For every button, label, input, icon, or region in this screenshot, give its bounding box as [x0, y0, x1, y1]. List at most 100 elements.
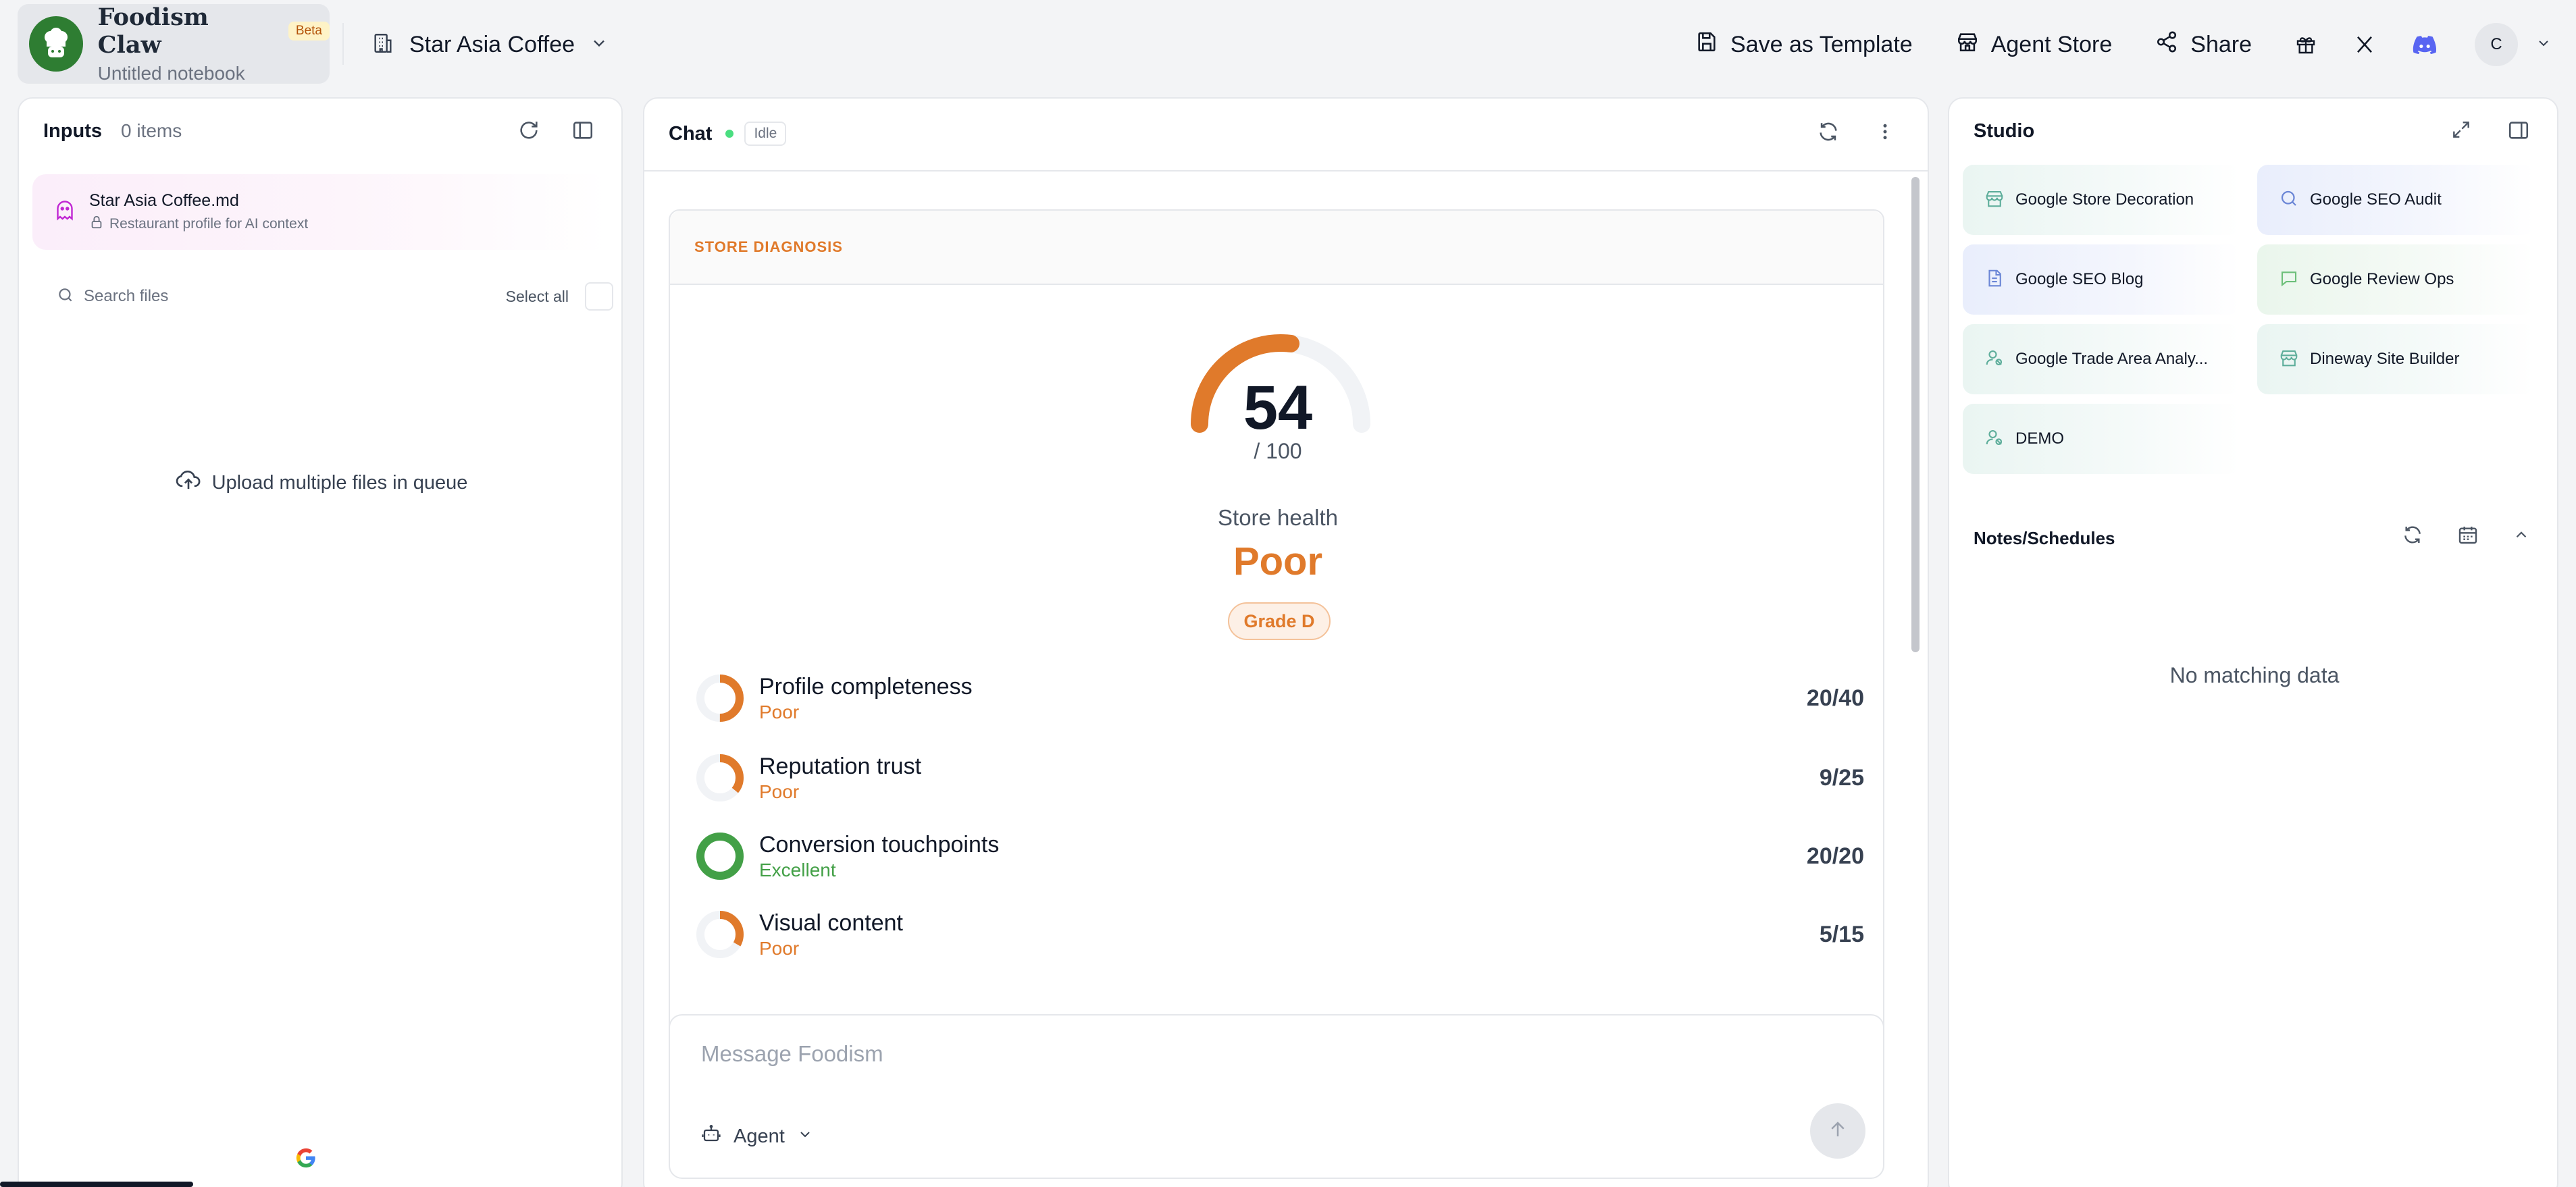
studio-panel: Studio Google Store Decoration Google SE…	[1948, 97, 2558, 1187]
studio-tile-seo-audit[interactable]: Google SEO Audit	[2257, 165, 2534, 235]
file-search[interactable]: Search files Select all	[57, 280, 613, 313]
select-all-checkbox[interactable]	[585, 282, 613, 311]
metric-name: Reputation trust	[759, 753, 922, 779]
health-label: Store health	[1218, 505, 1338, 530]
discord-icon[interactable]	[2413, 34, 2437, 55]
score-value: 54	[1243, 373, 1313, 442]
studio-tile-label: Google Review Ops	[2310, 270, 2454, 288]
studio-tile-label: Google Store Decoration	[2015, 190, 2194, 209]
brand-name: Foodism Claw	[97, 3, 209, 59]
lock-icon	[89, 215, 104, 234]
sync-icon[interactable]	[2402, 524, 2423, 549]
inputs-count: 0 items	[121, 120, 182, 141]
metric-ring	[696, 675, 744, 722]
expand-icon[interactable]	[2450, 119, 2472, 145]
metric-status: Excellent	[759, 859, 836, 880]
notes-title: Notes/Schedules	[1974, 528, 2115, 548]
save-icon	[1695, 30, 1718, 59]
cloud-upload-icon	[176, 469, 201, 497]
upload-label: Upload multiple files in queue	[211, 471, 468, 494]
studio-tile-review-ops[interactable]: Google Review Ops	[2257, 244, 2534, 315]
file-description: Restaurant profile for AI context	[109, 215, 309, 232]
studio-tile-trade-area[interactable]: Google Trade Area Analy...	[1963, 324, 2240, 394]
store-icon	[1956, 30, 1979, 59]
status-badge: Idle	[744, 122, 787, 146]
store-diagnosis-card: STORE DIAGNOSIS 54 / 100 Store health Po…	[669, 209, 1884, 1155]
studio-tile-store-decoration[interactable]: Google Store Decoration	[1963, 165, 2240, 235]
status-dot	[725, 130, 734, 138]
grade-badge: Grade D	[1228, 602, 1331, 640]
empty-state: No matching data	[2169, 663, 2340, 687]
chevron-down-icon	[797, 1126, 813, 1148]
studio-tile-label: Google Trade Area Analy...	[2015, 350, 2209, 368]
inputs-panel: Inputs 0 items Star Asia Coffee.md Resta…	[18, 97, 623, 1187]
beta-badge: Beta	[288, 22, 330, 41]
brand-block[interactable]: Foodism Claw Beta Untitled notebook	[18, 3, 330, 84]
card-label: STORE DIAGNOSIS	[694, 238, 843, 255]
metric-status: Poor	[759, 937, 800, 959]
studio-title: Studio	[1974, 120, 2035, 142]
metric-row: Profile completeness Poor 20/40	[694, 671, 1864, 725]
person-icon	[1984, 427, 2005, 451]
send-button[interactable]	[1810, 1103, 1865, 1159]
save-as-template-label: Save as Template	[1730, 31, 1913, 57]
score-max: / 100	[1254, 439, 1302, 463]
studio-tile-seo-blog[interactable]: Google SEO Blog	[1963, 244, 2240, 315]
save-as-template-button[interactable]: Save as Template	[1695, 30, 1913, 59]
search-input[interactable]: Search files	[84, 287, 506, 306]
google-icon	[294, 1146, 317, 1173]
metric-ring	[696, 754, 744, 801]
agent-store-label: Agent Store	[1990, 31, 2113, 57]
sidebar-toggle-icon[interactable]	[571, 119, 594, 145]
building-icon	[371, 32, 394, 58]
store-selector[interactable]: Star Asia Coffee	[371, 24, 609, 65]
select-all-label[interactable]: Select all	[506, 288, 569, 306]
chevron-up-icon[interactable]	[2513, 526, 2530, 547]
studio-tile-site-builder[interactable]: Dineway Site Builder	[2257, 324, 2534, 394]
comment-icon	[2279, 268, 2299, 292]
metric-score: 9/25	[1819, 764, 1864, 791]
metric-row: Conversion touchpoints Excellent 20/20	[694, 829, 1864, 883]
x-twitter-icon[interactable]	[2354, 34, 2375, 55]
store-name: Star Asia Coffee	[409, 31, 575, 57]
search-icon	[57, 286, 74, 307]
chevron-down-icon	[590, 34, 609, 56]
avatar: C	[2475, 23, 2518, 66]
divider	[342, 23, 344, 65]
chat-scrollbar[interactable]	[1911, 177, 1920, 652]
metric-name: Conversion touchpoints	[759, 831, 1000, 858]
upload-button[interactable]: Upload multiple files in queue	[19, 469, 624, 497]
share-button[interactable]: Share	[2155, 30, 2252, 59]
file-item[interactable]: Star Asia Coffee.md Restaurant profile f…	[32, 174, 608, 250]
metric-row: Visual content Poor 5/15	[694, 907, 1864, 961]
user-menu[interactable]: C	[2475, 23, 2552, 66]
chat-panel: Chat Idle STORE DIAGNOSIS 54 / 100 Store…	[643, 97, 1929, 1187]
person-icon	[1984, 348, 2005, 371]
agent-store-button[interactable]: Agent Store	[1956, 30, 2113, 59]
document-icon	[1984, 268, 2005, 292]
studio-tile-demo[interactable]: DEMO	[1963, 404, 2240, 474]
store-icon	[1984, 188, 2005, 212]
metric-ring	[696, 833, 744, 880]
metric-ring	[696, 911, 744, 958]
sidebar-toggle-icon[interactable]	[2507, 119, 2530, 145]
metric-name: Visual content	[759, 909, 903, 936]
sync-icon[interactable]	[1817, 120, 1840, 147]
share-icon	[2155, 30, 2178, 59]
notebook-title[interactable]: Untitled notebook	[98, 63, 330, 84]
studio-tile-label: Google SEO Audit	[2310, 190, 2442, 209]
calendar-icon[interactable]	[2457, 524, 2479, 549]
more-vertical-icon[interactable]	[1875, 120, 1895, 147]
robot-icon	[701, 1124, 721, 1149]
refresh-icon[interactable]	[517, 119, 540, 145]
gift-icon[interactable]	[2295, 34, 2317, 55]
message-input[interactable]: Message Foodism	[701, 1041, 883, 1067]
health-value: Poor	[1233, 539, 1323, 583]
arrow-up-icon	[1828, 1119, 1848, 1143]
message-composer[interactable]: Message Foodism Agent	[669, 1014, 1884, 1179]
metric-name: Profile completeness	[759, 673, 973, 700]
top-bar: Foodism Claw Beta Untitled notebook Star …	[0, 0, 2576, 89]
studio-tile-label: DEMO	[2015, 429, 2064, 448]
agent-mode-selector[interactable]: Agent	[701, 1124, 813, 1149]
chevron-down-icon	[2535, 35, 2552, 55]
